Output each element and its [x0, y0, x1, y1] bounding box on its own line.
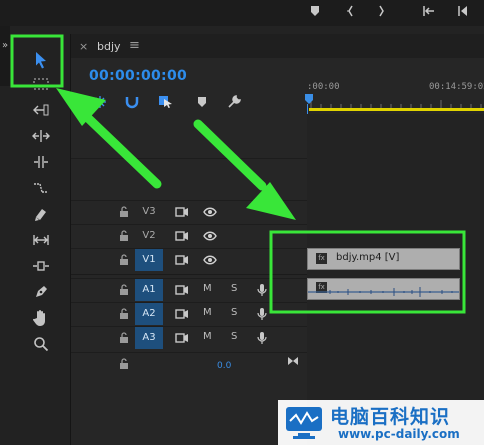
- track-name-v1[interactable]: V1: [135, 249, 163, 271]
- sync-lock-icon[interactable]: [175, 254, 189, 266]
- work-area-bar[interactable]: [309, 108, 484, 111]
- linked-selection-icon[interactable]: [157, 94, 175, 110]
- sync-lock-icon[interactable]: [175, 206, 189, 218]
- toggle-track-output-icon[interactable]: [203, 255, 217, 265]
- track-name-a2[interactable]: A2: [135, 303, 163, 325]
- close-tab-button[interactable]: ×: [79, 40, 88, 53]
- sync-lock-icon[interactable]: [175, 284, 189, 296]
- track-lock-icon[interactable]: [119, 206, 129, 218]
- track-name-a3[interactable]: A3: [135, 327, 163, 349]
- track-select-forward-icon[interactable]: [30, 100, 52, 120]
- voice-over-record-icon[interactable]: [257, 283, 267, 297]
- mute-track-button[interactable]: M: [203, 283, 212, 294]
- track-header-spacer: [71, 158, 307, 200]
- track-header-v3[interactable]: V3: [71, 200, 307, 222]
- go-to-end-icon[interactable]: [287, 356, 299, 366]
- pen-tool-icon[interactable]: [30, 282, 52, 302]
- site-logo-icon: [286, 407, 322, 439]
- playhead-handle[interactable]: [305, 94, 313, 104]
- sequence-tab-title[interactable]: bdjy: [97, 40, 121, 53]
- track-lock-icon[interactable]: [119, 358, 129, 370]
- video-clip[interactable]: fx bdjy.mp4 [V]: [307, 248, 460, 270]
- track-lock-icon[interactable]: [119, 254, 129, 266]
- mute-track-button[interactable]: M: [203, 331, 212, 342]
- track-name-a1[interactable]: A1: [135, 279, 163, 301]
- fx-badge: fx: [316, 253, 327, 264]
- master-volume-value[interactable]: 0.0: [217, 361, 231, 371]
- ruler-start-label: :00:00: [307, 82, 340, 92]
- track-header-a2[interactable]: A2 M S: [71, 302, 307, 325]
- solo-track-button[interactable]: S: [231, 283, 237, 294]
- ruler-end-label: 00:14:59:02: [429, 82, 484, 92]
- timeline-tab-bar: × bdjy ≡: [71, 34, 484, 58]
- program-monitor-controls: [0, 0, 484, 26]
- toggle-track-output-icon[interactable]: [203, 207, 217, 217]
- track-header-v1[interactable]: V1: [71, 248, 307, 271]
- slide-tool-icon[interactable]: [30, 256, 52, 276]
- add-marker-icon[interactable]: [306, 5, 324, 19]
- snap-icon[interactable]: [123, 94, 141, 110]
- video-clip-label: bdjy.mp4 [V]: [336, 252, 400, 263]
- zoom-tool-icon[interactable]: [30, 334, 52, 354]
- clip-area[interactable]: fx bdjy.mp4 [V] fx: [307, 114, 484, 445]
- panel-expand-icon[interactable]: »: [2, 40, 8, 51]
- timeline-panel: × bdjy ≡ 00:00:00:00 :00:00 00:14:59:02 …: [70, 34, 484, 445]
- toggle-track-output-icon[interactable]: [203, 231, 217, 241]
- rolling-edit-tool-icon[interactable]: [30, 152, 52, 172]
- solo-track-button[interactable]: S: [231, 307, 237, 318]
- track-select-tool-icon[interactable]: [30, 74, 52, 94]
- track-header-a1[interactable]: A1 M S: [71, 278, 307, 301]
- panel-edge: [0, 26, 10, 86]
- hand-tool-icon[interactable]: [30, 308, 52, 328]
- track-header-master[interactable]: [71, 352, 307, 374]
- track-lock-icon[interactable]: [119, 284, 129, 296]
- audio-clip[interactable]: fx: [307, 278, 460, 300]
- track-name-v3[interactable]: V3: [135, 201, 163, 223]
- voice-over-record-icon[interactable]: [257, 331, 267, 345]
- mark-out-icon[interactable]: [372, 5, 390, 19]
- sync-lock-icon[interactable]: [175, 230, 189, 242]
- sync-lock-icon[interactable]: [175, 308, 189, 320]
- timeline-settings-icon[interactable]: [225, 94, 243, 110]
- ruler-ticks: [310, 100, 482, 108]
- track-lock-icon[interactable]: [119, 230, 129, 242]
- mute-track-button[interactable]: M: [203, 307, 212, 318]
- track-header-v2[interactable]: V2: [71, 224, 307, 246]
- solo-track-button[interactable]: S: [231, 331, 237, 342]
- track-header-a3[interactable]: A3 M S: [71, 326, 307, 349]
- razor-tool-icon[interactable]: [30, 204, 52, 224]
- sync-lock-icon[interactable]: [175, 332, 189, 344]
- slip-tool-icon[interactable]: [30, 230, 52, 250]
- audio-waveform: [308, 287, 459, 297]
- mark-in-icon[interactable]: [342, 5, 360, 19]
- watermark: 电脑百科知识 www.pc-daily.com: [278, 400, 484, 445]
- nest-sequence-icon[interactable]: [91, 94, 109, 110]
- watermark-title: 电脑百科知识: [330, 406, 451, 428]
- watermark-url: www.pc-daily.com: [338, 427, 460, 441]
- track-lock-icon[interactable]: [119, 332, 129, 344]
- step-back-icon[interactable]: [454, 5, 472, 19]
- panel-menu-button[interactable]: ≡: [129, 38, 140, 53]
- tools-panel: »: [0, 26, 70, 445]
- rate-stretch-tool-icon[interactable]: [30, 178, 52, 198]
- playhead-timecode[interactable]: 00:00:00:00: [89, 68, 187, 84]
- selection-tool-icon[interactable]: [30, 50, 52, 70]
- ripple-edit-tool-icon[interactable]: [30, 126, 52, 146]
- go-to-in-icon[interactable]: [420, 5, 438, 19]
- add-marker-timeline-icon[interactable]: [193, 94, 211, 110]
- track-lock-icon[interactable]: [119, 308, 129, 320]
- track-name-v2[interactable]: V2: [135, 225, 163, 247]
- voice-over-record-icon[interactable]: [257, 307, 267, 321]
- time-ruler[interactable]: :00:00 00:14:59:02: [305, 74, 484, 114]
